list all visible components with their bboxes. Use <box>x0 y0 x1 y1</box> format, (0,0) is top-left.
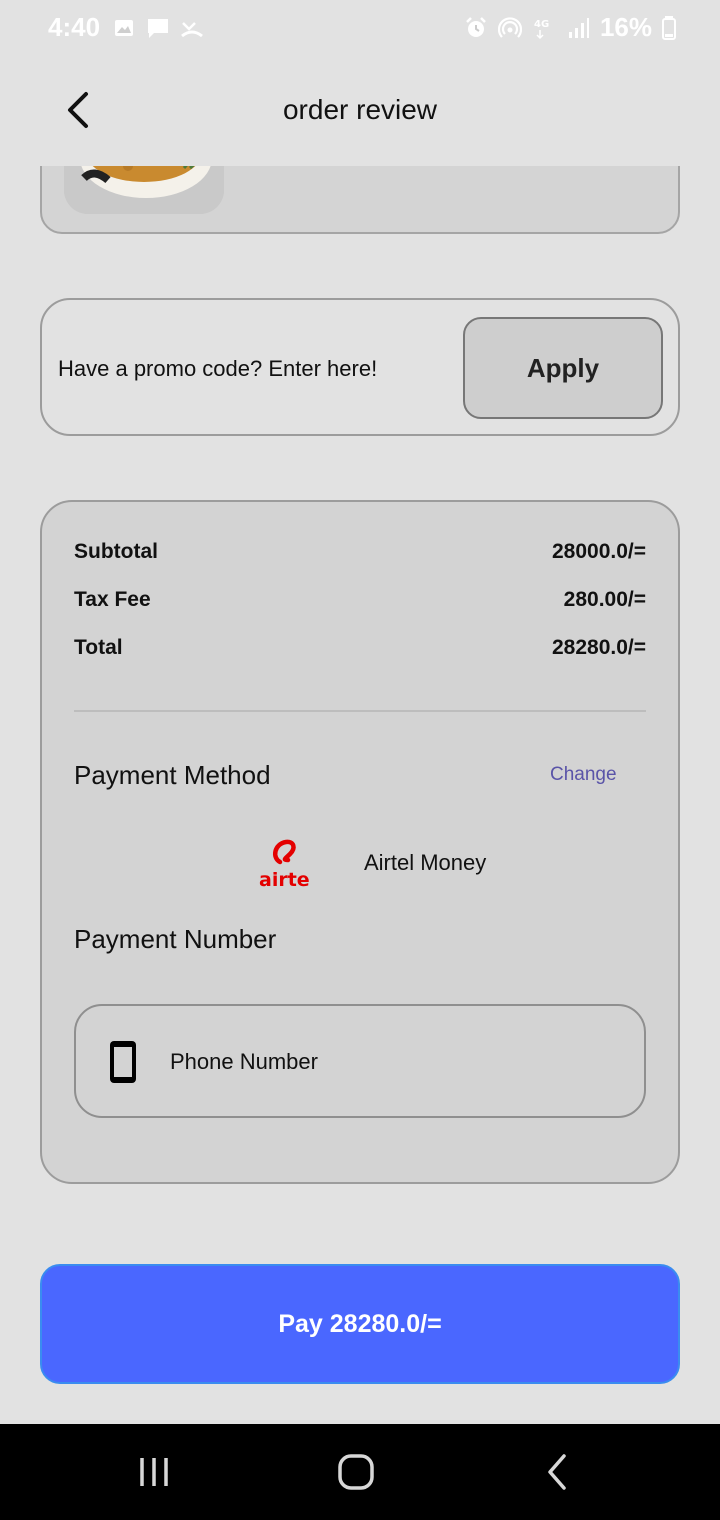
back-nav-icon[interactable] <box>538 1452 578 1492</box>
battery-icon <box>662 15 676 40</box>
signal-icon <box>568 17 589 38</box>
summary-card: Subtotal 28000.0/= Tax Fee 280.00/= Tota… <box>40 500 680 1184</box>
status-left-icons <box>112 16 204 40</box>
svg-text:airtel: airtel <box>259 869 310 890</box>
page-title: order review <box>282 94 438 125</box>
status-bar: 4:40 4G 16% <box>0 0 720 56</box>
payment-number-title: Payment Number <box>74 924 277 954</box>
chat-icon <box>148 19 168 38</box>
app-bar: order review <box>0 56 720 166</box>
svg-text:4G: 4G <box>534 19 549 30</box>
hotspot-icon <box>497 16 522 38</box>
home-icon[interactable] <box>336 1452 376 1492</box>
battery-percent: 16% <box>599 12 652 42</box>
airtel-logo: airtel <box>259 839 310 890</box>
subtotal-label: Subtotal <box>74 540 158 563</box>
subtotal-row: Subtotal 28000.0/= <box>74 540 646 564</box>
tax-fee-row: Tax Fee 280.00/= <box>74 588 646 612</box>
divider <box>74 710 646 712</box>
phone-number-field[interactable] <box>74 1004 646 1118</box>
change-payment-link[interactable]: Change <box>550 764 617 786</box>
image-icon <box>115 20 133 36</box>
total-label: Total <box>74 636 123 659</box>
4g-icon: 4G <box>534 19 549 39</box>
total-value: 28280.0/= <box>551 636 646 659</box>
status-time: 4:40 <box>48 12 101 42</box>
payment-method-title: Payment Method <box>74 760 271 790</box>
recent-apps-icon[interactable] <box>134 1452 174 1492</box>
navigation-bar <box>0 1424 720 1520</box>
apply-button[interactable]: Apply <box>463 317 663 419</box>
subtotal-value: 28000.0/= <box>551 540 646 563</box>
promo-card: Apply <box>40 298 680 436</box>
promo-code-input[interactable] <box>58 350 448 388</box>
tax-fee-label: Tax Fee <box>74 588 151 611</box>
tax-fee-value: 280.00/= <box>563 588 646 611</box>
total-row: Total 28280.0/= <box>74 636 646 660</box>
status-right: 4G 16% <box>464 12 676 43</box>
alarm-icon <box>466 16 486 37</box>
payment-method-name: Airtel Money <box>364 850 487 875</box>
phone-icon <box>110 1041 136 1083</box>
missed-call-icon <box>181 22 203 38</box>
phone-number-input[interactable] <box>170 1044 610 1080</box>
pay-button[interactable]: Pay 28280.0/= <box>40 1264 680 1384</box>
